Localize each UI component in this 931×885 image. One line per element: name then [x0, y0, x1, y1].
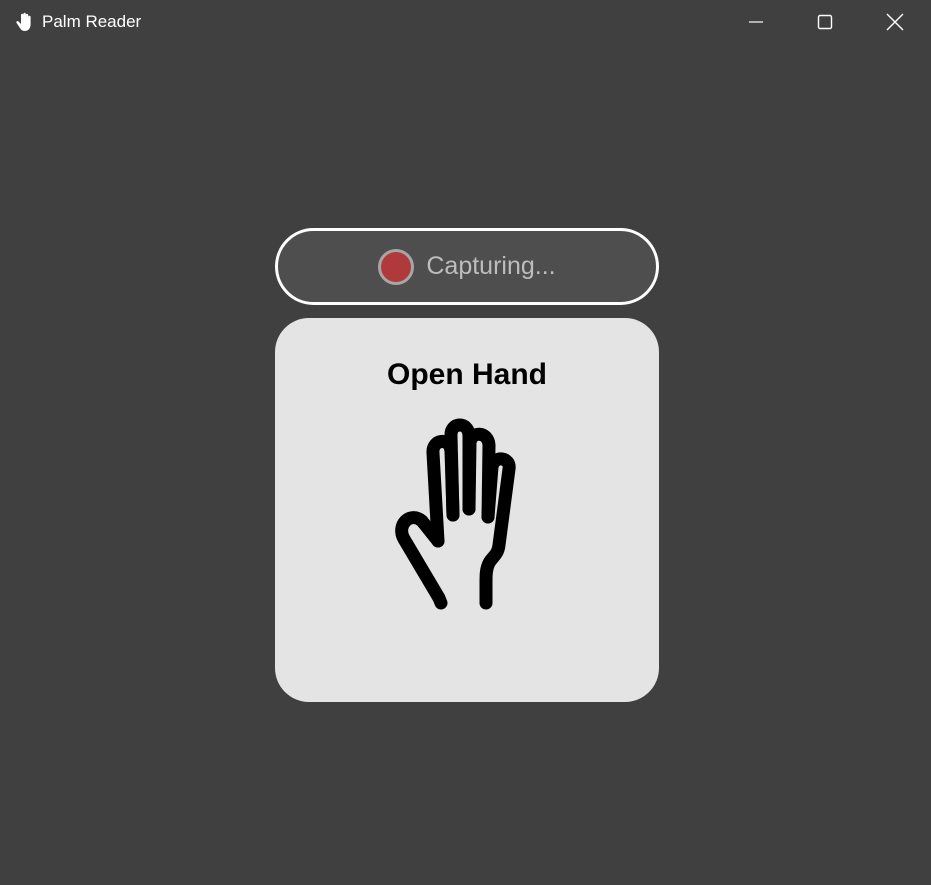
close-icon — [886, 13, 904, 31]
hand-icon — [16, 12, 31, 32]
title-bar[interactable]: Palm Reader — [0, 0, 931, 44]
maximize-button[interactable] — [790, 0, 860, 44]
gesture-name: Open Hand — [386, 358, 547, 391]
close-button[interactable] — [860, 0, 930, 44]
capture-status-button[interactable]: Capturing... — [275, 228, 659, 305]
minimize-icon — [749, 21, 763, 23]
gesture-card: Open Hand — [275, 318, 659, 702]
capture-status-label: Capturing... — [426, 252, 556, 280]
minimize-button[interactable] — [721, 0, 791, 44]
window-title: Palm Reader — [42, 12, 142, 31]
record-icon — [378, 248, 415, 285]
maximize-icon — [817, 14, 833, 30]
app-window: Palm Reader Capturing... Open Hand — [0, 0, 931, 885]
open-hand-icon — [395, 418, 516, 610]
